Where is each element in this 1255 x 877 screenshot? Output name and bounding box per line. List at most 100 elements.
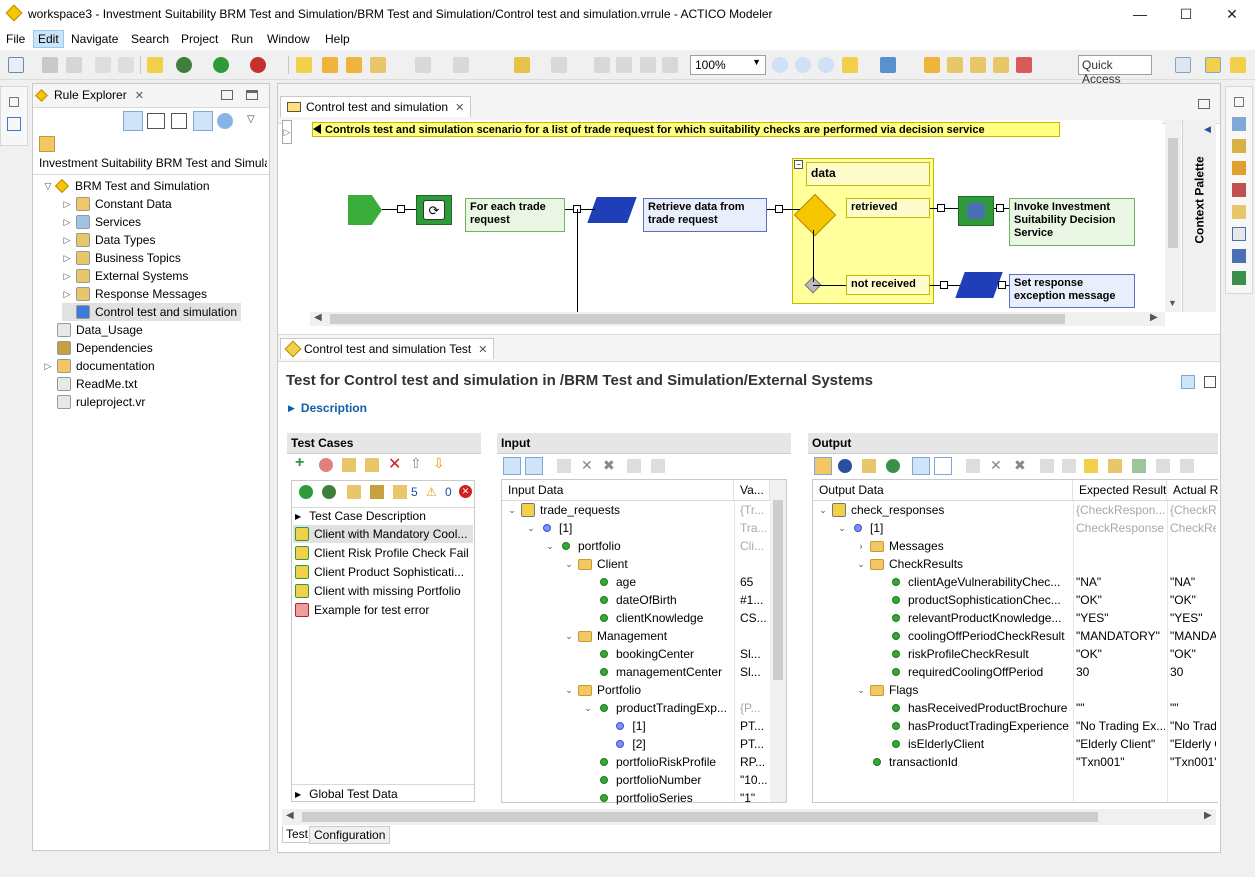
outline-icon[interactable] bbox=[7, 117, 21, 131]
collapse-icon[interactable] bbox=[503, 457, 521, 475]
remove-icon[interactable]: ✕ bbox=[388, 454, 401, 474]
start-event-icon[interactable] bbox=[348, 195, 382, 225]
open-resource-icon[interactable] bbox=[322, 57, 338, 73]
context-palette[interactable]: ◀ Context Palette bbox=[1182, 120, 1216, 312]
people-icon[interactable] bbox=[1232, 183, 1246, 197]
record-icon[interactable] bbox=[838, 459, 852, 473]
menu-window[interactable]: Window bbox=[263, 31, 314, 47]
chevron-down-icon[interactable]: ⌄ bbox=[545, 541, 555, 552]
run-tests-icon[interactable] bbox=[299, 485, 313, 499]
menu-project[interactable]: Project bbox=[177, 31, 222, 47]
expected-value[interactable]: "OK" bbox=[1076, 647, 1165, 661]
clear-all-icon[interactable]: ✖ bbox=[603, 457, 615, 474]
input-value[interactable]: "1" bbox=[740, 791, 768, 805]
input-value[interactable]: CS... bbox=[740, 611, 768, 625]
project-label[interactable]: Investment Suitability BRM Test and Simu… bbox=[39, 156, 267, 170]
explorer-item[interactable]: ReadMe.txt bbox=[43, 375, 137, 393]
chevron-right-icon[interactable]: ▷ bbox=[62, 199, 72, 210]
expected-value[interactable]: "Txn001" bbox=[1076, 755, 1165, 769]
save-icon[interactable] bbox=[42, 57, 58, 73]
input-row[interactable]: ⌄ productTradingExp... bbox=[507, 699, 769, 717]
input-value[interactable]: RP... bbox=[740, 755, 768, 769]
close-tab-icon[interactable]: ✕ bbox=[455, 101, 464, 114]
sort-icon[interactable] bbox=[123, 111, 143, 131]
step-icon[interactable] bbox=[924, 57, 940, 73]
expected-value[interactable]: "OK" bbox=[1076, 593, 1165, 607]
input-row[interactable]: ⌄ portfolio bbox=[507, 537, 769, 555]
run-config-icon[interactable] bbox=[250, 57, 266, 73]
retrieve-node[interactable]: Retrieve data from trade request bbox=[643, 198, 767, 232]
zoom-fit-icon[interactable] bbox=[818, 57, 834, 73]
input-row[interactable]: bookingCenter bbox=[507, 645, 769, 663]
input-row[interactable]: [2] bbox=[507, 735, 769, 753]
output-row[interactable]: riskProfileCheckResult bbox=[818, 645, 1073, 663]
rule-icon[interactable] bbox=[147, 57, 163, 73]
info-icon[interactable] bbox=[1204, 376, 1216, 388]
diagram-vscrollbar[interactable]: ▼ bbox=[1165, 120, 1181, 312]
expected-result-col[interactable]: Expected Result bbox=[1073, 480, 1167, 500]
explorer-item[interactable]: ▷ Response Messages bbox=[62, 285, 207, 303]
input-row[interactable]: ⌄ Portfolio bbox=[507, 681, 769, 699]
diagram-canvas[interactable]: ▷ Controls test and simulation scenario … bbox=[282, 120, 1162, 312]
chevron-down-icon[interactable]: ⌄ bbox=[564, 685, 574, 696]
sync-icon[interactable] bbox=[217, 113, 233, 129]
menu-navigate[interactable]: Navigate bbox=[67, 31, 122, 47]
explorer-item[interactable]: ruleproject.vr bbox=[43, 393, 145, 411]
test-icon[interactable] bbox=[1232, 139, 1246, 153]
expand-icon[interactable] bbox=[934, 457, 952, 475]
output-row[interactable]: ⌄ check_responses bbox=[818, 501, 1073, 519]
output-data-col[interactable]: Output Data bbox=[813, 480, 1073, 500]
test-case-item[interactable]: Client with missing Portfolio bbox=[293, 582, 473, 600]
paste-icon[interactable] bbox=[651, 459, 665, 473]
minimize-button[interactable]: — bbox=[1117, 0, 1163, 28]
output-row[interactable]: productSophisticationChec... bbox=[818, 591, 1073, 609]
menu-edit[interactable]: Edit bbox=[33, 30, 64, 48]
expand-icon[interactable] bbox=[525, 457, 543, 475]
cut-icon[interactable] bbox=[616, 57, 632, 73]
test-case-column[interactable]: ▶ Test Case Description bbox=[295, 509, 426, 523]
explorer-item[interactable]: ▷ documentation bbox=[43, 357, 155, 375]
input-value[interactable]: Tra... bbox=[740, 521, 768, 535]
copy-icon[interactable] bbox=[1156, 459, 1170, 473]
move-up-icon[interactable]: ⇧ bbox=[410, 455, 422, 472]
input-value[interactable]: Cli... bbox=[740, 539, 768, 553]
search-icon[interactable] bbox=[886, 459, 900, 473]
minimize-view-icon[interactable] bbox=[221, 90, 233, 100]
import-icon[interactable] bbox=[862, 459, 876, 473]
copy-icon[interactable] bbox=[627, 459, 641, 473]
input-row[interactable]: managementCenter bbox=[507, 663, 769, 681]
output-row[interactable]: ⌄ CheckResults bbox=[818, 555, 1073, 573]
expected-value[interactable]: "Elderly Client" bbox=[1076, 737, 1165, 751]
assign-icon[interactable] bbox=[966, 459, 980, 473]
output-row[interactable]: hasReceivedProductBrochure bbox=[818, 699, 1073, 717]
explorer-item[interactable]: ▷ Business Topics bbox=[62, 249, 181, 267]
zoom-in-icon[interactable] bbox=[772, 57, 788, 73]
clear-icon[interactable]: ✕ bbox=[990, 457, 1002, 474]
output-row[interactable]: coolingOffPeriodCheckResult bbox=[818, 627, 1073, 645]
chevron-right-icon[interactable]: ▷ bbox=[43, 361, 53, 372]
undo-icon[interactable] bbox=[95, 57, 111, 73]
annotation-banner[interactable]: Controls test and simulation scenario fo… bbox=[312, 122, 1060, 137]
service-call-icon[interactable] bbox=[958, 196, 994, 226]
invoke-node[interactable]: Invoke Investment Suitability Decision S… bbox=[1009, 198, 1135, 246]
menu-help[interactable]: Help bbox=[321, 31, 354, 47]
input-row[interactable]: ⌄ [1] bbox=[507, 519, 769, 537]
tab-rule-explorer[interactable]: Rule Explorer ✕ bbox=[35, 88, 144, 102]
chevron-down-icon[interactable]: ⌄ bbox=[507, 505, 517, 516]
expected-value[interactable]: "NA" bbox=[1076, 575, 1165, 589]
sort-icon[interactable] bbox=[1181, 375, 1195, 389]
zoom-select[interactable]: 100% ▼ bbox=[690, 55, 766, 75]
input-row[interactable]: [1] bbox=[507, 717, 769, 735]
chevron-down-icon[interactable]: ⌄ bbox=[564, 631, 574, 642]
expected-value[interactable]: "MANDATORY" bbox=[1076, 629, 1165, 643]
tab-test-bottom[interactable]: Test bbox=[282, 826, 313, 843]
shift-right-icon[interactable] bbox=[1062, 459, 1076, 473]
input-vscrollbar[interactable] bbox=[770, 480, 786, 802]
chevron-right-icon[interactable]: › bbox=[856, 541, 866, 551]
expected-value[interactable]: "No Trading Ex... bbox=[1076, 719, 1165, 733]
redo-icon[interactable] bbox=[118, 57, 134, 73]
input-value[interactable]: "10... bbox=[740, 773, 768, 787]
retrieved-label[interactable]: retrieved bbox=[846, 198, 930, 218]
palette-collapse-icon[interactable]: ◀ bbox=[1204, 124, 1211, 135]
test-hscrollbar[interactable]: ◀ ▶ bbox=[282, 809, 1216, 825]
